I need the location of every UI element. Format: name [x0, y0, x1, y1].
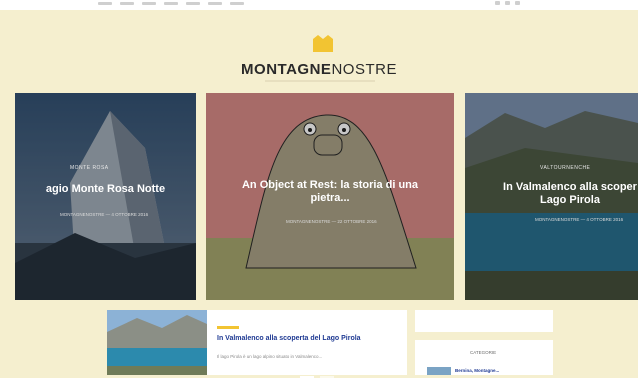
menu-item[interactable] — [120, 2, 134, 5]
slide-meta: MONTAGNENOSTRE — 4 OTTOBRE 2016 — [535, 217, 624, 222]
post-thumbnail[interactable] — [107, 310, 207, 375]
menu-item[interactable] — [208, 2, 222, 5]
slide-center[interactable]: An Object at Rest: la storia di una piet… — [206, 93, 454, 300]
sidebar-search-box[interactable] — [415, 310, 553, 332]
post-card[interactable]: In Valmalenco alla scoperta del Lago Pir… — [107, 310, 407, 375]
top-menu-items[interactable] — [98, 0, 244, 6]
widget-thumbnail[interactable] — [427, 367, 451, 375]
top-navigation-bar — [0, 0, 638, 10]
slide-title[interactable]: agio Monte Rosa Notte — [15, 183, 196, 196]
menu-item[interactable] — [230, 2, 244, 5]
menu-item[interactable] — [164, 2, 178, 5]
post-title[interactable]: In Valmalenco alla scoperta del Lago Pir… — [217, 334, 397, 343]
slide-right[interactable]: VALTOURNENCHE In Valmalenco alla scoper … — [465, 93, 638, 300]
slide-meta: MONTAGNENOSTRE — 22 OTTOBRE 2016 — [286, 219, 377, 224]
slide-category[interactable]: VALTOURNENCHE — [540, 165, 590, 171]
slide-title[interactable]: In Valmalenco alla scoper Lago Pirola — [495, 181, 638, 207]
menu-item[interactable] — [142, 2, 156, 5]
sidebar-widget: CATEGORIE Bernina, Montagne... — [415, 340, 553, 375]
menu-item[interactable] — [186, 2, 200, 5]
widget-title: CATEGORIE — [470, 350, 497, 355]
menu-item[interactable] — [98, 2, 112, 5]
slide-meta: MONTAGNENOSTRE — 4 OTTOBRE 2016 — [60, 212, 149, 217]
social-icon[interactable] — [515, 1, 520, 5]
category-tag[interactable] — [217, 326, 239, 329]
social-icon[interactable] — [495, 1, 500, 5]
site-logo[interactable]: MONTAGNENOSTRE — [0, 14, 638, 84]
social-icons[interactable] — [495, 1, 520, 5]
mountain-logo-icon — [313, 31, 333, 52]
slide-overlay — [15, 93, 196, 300]
featured-slider[interactable]: MONTE ROSA agio Monte Rosa Notte MONTAGN… — [0, 93, 638, 378]
brand-light: NOSTRE — [331, 61, 397, 78]
brand-name: MONTAGNENOSTRE — [0, 61, 638, 78]
post-excerpt: Il lago Pirola è un lago alpino situato … — [217, 354, 323, 359]
widget-item[interactable]: Bernina, Montagne... — [455, 368, 499, 373]
slide-title[interactable]: An Object at Rest: la storia di una piet… — [226, 179, 434, 205]
logo-divider — [265, 80, 375, 82]
social-icon[interactable] — [505, 1, 510, 5]
brand-bold: MONTAGNE — [241, 61, 332, 78]
post-image — [107, 310, 207, 375]
slide-left[interactable]: MONTE ROSA agio Monte Rosa Notte MONTAGN… — [15, 93, 196, 300]
slide-category[interactable]: MONTE ROSA — [70, 165, 109, 171]
